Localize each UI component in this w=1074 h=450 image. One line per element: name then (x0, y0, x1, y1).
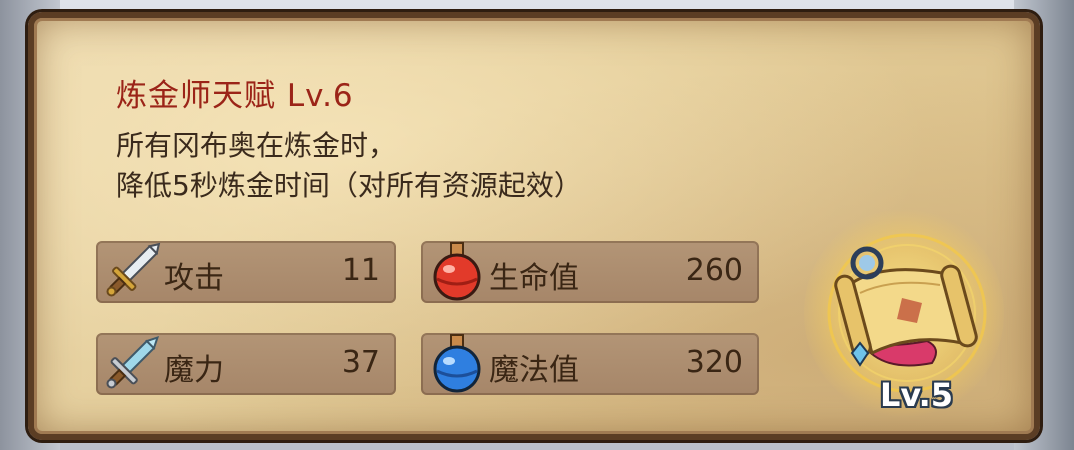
stat-hp-value: 260 (685, 253, 743, 288)
description-line-2: 降低5秒炼金时间（对所有资源起效） (116, 169, 582, 202)
blue-potion-icon (425, 329, 489, 397)
stat-magic: 魔力 37 (96, 333, 396, 395)
talent-panel: 炼金师天赋 Lv.6 所有冈布奥在炼金时， 降低5秒炼金时间（对所有资源起效） … (28, 12, 1040, 440)
talent-description: 所有冈布奥在炼金时， 降低5秒炼金时间（对所有资源起效） (116, 126, 582, 206)
stat-magic-label: 魔力 (164, 353, 224, 388)
stat-mp-label: 魔法值 (489, 353, 579, 388)
stat-attack: 攻击 11 (96, 241, 396, 303)
sword-icon (100, 237, 164, 305)
stat-magic-value: 37 (341, 345, 380, 380)
description-line-1: 所有冈布奥在炼金时， (116, 129, 397, 162)
stat-hp: 生命值 260 (421, 241, 759, 303)
item-level: Lv.5 (880, 376, 954, 414)
stat-mp-value: 320 (685, 345, 743, 380)
talent-title: 炼金师天赋 Lv.6 (116, 78, 354, 114)
stat-attack-label: 攻击 (164, 261, 224, 296)
stat-attack-value: 11 (341, 253, 380, 288)
stat-hp-label: 生命值 (489, 261, 579, 296)
stat-mp: 魔法值 320 (421, 333, 759, 395)
red-potion-icon (425, 237, 489, 305)
magic-sword-icon (100, 329, 164, 397)
